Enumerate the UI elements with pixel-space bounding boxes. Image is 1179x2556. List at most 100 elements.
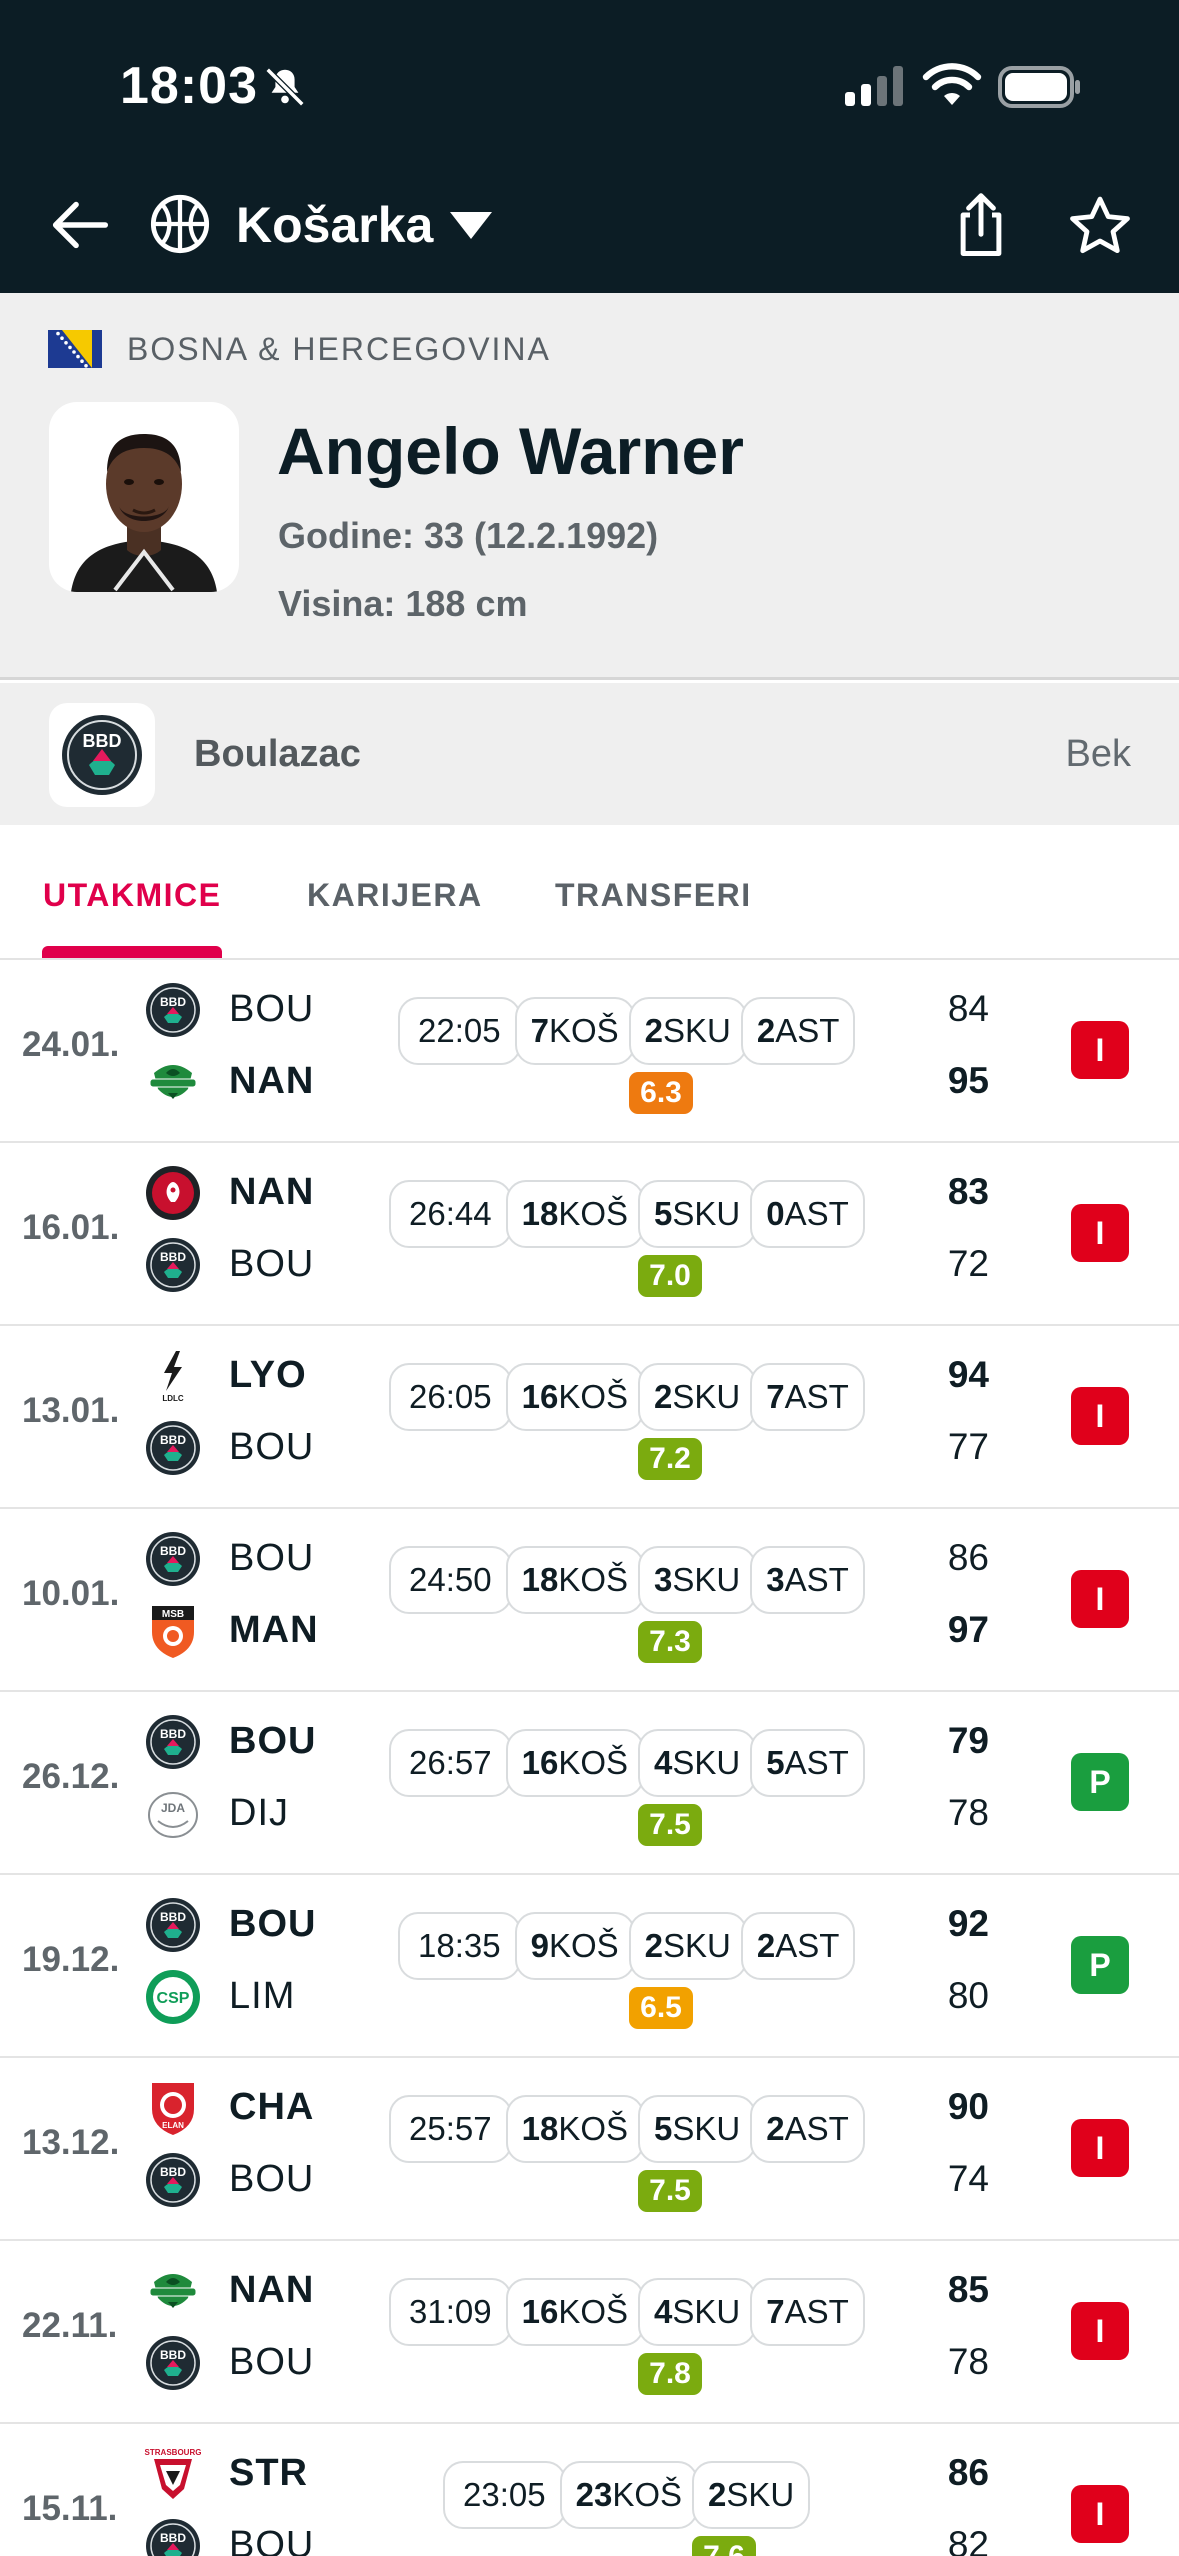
tab-matches[interactable]: UTAKMICE — [43, 877, 222, 914]
sport-selector[interactable]: Košarka — [236, 196, 433, 254]
away-score: 74 — [947, 2158, 989, 2199]
away-team-code: DIJ — [229, 1792, 289, 1834]
player-stat-pills: 24:50 18 KOŠ 3 SKU 3 AST — [389, 1546, 865, 1614]
svg-text:BBD: BBD — [160, 995, 186, 1009]
stat-rebounds: 3 SKU — [638, 1546, 757, 1614]
match-row[interactable]: 22.11. BBD NAN BOU 31:09 16 KOŠ 4 SKU 7 AST 7.8 85 78… — [0, 2242, 1179, 2424]
home-team-code: LYO — [229, 1354, 307, 1396]
favorite-star-icon[interactable] — [1066, 192, 1134, 260]
tab-transfers[interactable]: TRANSFERI — [555, 877, 752, 914]
stat-points: 18 KOŠ — [505, 2095, 645, 2163]
stat-assists: 7 AST — [750, 1363, 865, 1431]
away-team-logo: BBD — [146, 2519, 200, 2556]
away-team-logo: CSP — [146, 1970, 200, 2024]
player-rating-badge: 7.0 — [638, 1255, 702, 1297]
match-row[interactable]: 19.12. BBD CSP BOU LIM 18:35 9 KOŠ 2 SKU 2 AST 6.5 92… — [0, 1876, 1179, 2058]
stat-points: 7 KOŠ — [514, 997, 635, 1065]
player-rating-badge: 7.5 — [638, 2170, 702, 2212]
away-team-code: NAN — [229, 1060, 315, 1102]
away-score: 78 — [947, 2341, 989, 2382]
home-score: 92 — [947, 1903, 989, 1944]
stat-assists: 7 AST — [750, 2278, 865, 2346]
player-stat-pills: 18:35 9 KOŠ 2 SKU 2 AST — [398, 1912, 856, 1980]
match-row[interactable]: 15.11. STRASBOURG BBD STR BOU 23:0523KOŠ2SKU 7… — [0, 2425, 1179, 2556]
away-team-code: LIM — [229, 1975, 296, 2017]
svg-text:BBD: BBD — [160, 2531, 186, 2545]
away-team-code: BOU — [229, 1243, 315, 1285]
home-team-logo — [149, 2274, 197, 2308]
player-rating-badge: 7.6 — [692, 2536, 756, 2556]
player-name: Angelo Warner — [277, 414, 744, 488]
away-team-code: BOU — [229, 2524, 315, 2556]
player-height: Visina: 188 cm — [278, 583, 528, 624]
team-name: Boulazac — [194, 733, 361, 775]
wifi-icon — [922, 63, 982, 105]
away-team-logo: MSB — [152, 1606, 194, 1658]
active-tab-indicator — [42, 946, 222, 958]
result-badge: P — [1071, 1936, 1129, 1994]
svg-text:LDLC: LDLC — [162, 1394, 184, 1403]
match-row[interactable]: 10.01. BBD MSB BOU MAN 24:50 18 KOŠ 3 SKU 3 AST 7.3 8… — [0, 1510, 1179, 1692]
stat-assists: 2 AST — [740, 1912, 856, 1980]
stat-points: 23 KOŠ — [559, 2461, 699, 2529]
match-date: 13.12. — [22, 2123, 120, 2162]
stat-points: 9 KOŠ — [514, 1912, 635, 1980]
stat-points: 18 KOŠ — [505, 1180, 645, 1248]
result-badge: I — [1071, 1387, 1129, 1445]
tab-career[interactable]: KARIJERA — [307, 877, 483, 914]
player-stat-pills: 23:05 23 KOŠ 2 SKU — [443, 2461, 811, 2529]
match-date: 19.12. — [22, 1940, 120, 1979]
chevron-down-icon[interactable] — [450, 212, 492, 242]
status-time: 18:03 — [120, 57, 258, 115]
player-rating-badge: 6.5 — [629, 1987, 693, 2029]
match-row[interactable]: 26.12. BBD JDA BOU DIJ 26:57 16 KOŠ 4 SKU 5 AST 7.5 7… — [0, 1693, 1179, 1875]
stat-assists: 3 AST — [750, 1546, 865, 1614]
result-badge: P — [1071, 1753, 1129, 1811]
home-score: 85 — [947, 2269, 989, 2310]
svg-text:BBD: BBD — [160, 1433, 186, 1447]
player-team-row[interactable]: BBD Boulazac Bek — [0, 683, 1179, 825]
player-rating-badge: 7.8 — [638, 2353, 702, 2395]
match-row[interactable]: 16.01. BBD NAN BOU 26:44 18 KOŠ 5 SKU 0 AST 7.0 83 72… — [0, 1144, 1179, 1326]
team-logo: BBD — [49, 703, 155, 807]
match-date: 26.12. — [22, 1757, 120, 1796]
share-icon[interactable] — [948, 190, 1014, 262]
stat-points: 16 KOŠ — [505, 2278, 645, 2346]
player-rating-badge: 7.3 — [638, 1621, 702, 1663]
svg-text:BBD: BBD — [160, 1250, 186, 1264]
player-stat-pills: 31:09 16 KOŠ 4 SKU 7 AST — [389, 2278, 865, 2346]
player-age: Godine: 33 (12.2.1992) — [278, 515, 659, 556]
player-avatar — [49, 402, 239, 592]
svg-text:BBD: BBD — [160, 1727, 186, 1741]
stat-rebounds: 2 SKU — [638, 1363, 757, 1431]
svg-text:MSB: MSB — [162, 1609, 184, 1620]
home-team-logo: BBD — [146, 1532, 200, 1586]
stat-rebounds: 2 SKU — [628, 997, 747, 1065]
match-row[interactable]: 13.12. ELAN BBD CHA BOU 25:57 18 KOŠ 5 SKU 2 AST 7.5… — [0, 2059, 1179, 2241]
player-stat-pills: 26:44 18 KOŠ 5 SKU 0 AST — [389, 1180, 865, 1248]
basketball-icon[interactable] — [148, 192, 212, 256]
player-rating-badge: 6.3 — [629, 1072, 693, 1114]
away-score: 80 — [947, 1975, 989, 2016]
home-team-logo: BBD — [146, 1715, 200, 1769]
stat-rebounds: 4 SKU — [638, 1729, 757, 1797]
home-team-code: BOU — [229, 988, 315, 1030]
match-row[interactable]: 24.01. BBD BOU NAN 22:05 7 KOŠ 2 SKU 2 AST 6.3 84 95 I — [0, 961, 1179, 1143]
stat-minutes: 26:05 — [389, 1363, 512, 1431]
player-rating-badge: 7.2 — [638, 1438, 702, 1480]
match-row[interactable]: 13.01. LDLC BBD LYO BOU 26:05 16 KOŠ 2 SKU 7 AST 7.2… — [0, 1327, 1179, 1509]
svg-text:BBD: BBD — [83, 731, 122, 751]
back-arrow-icon[interactable] — [44, 190, 114, 260]
away-team-code: BOU — [229, 1426, 315, 1468]
svg-text:BBD: BBD — [160, 1910, 186, 1924]
match-date: 16.01. — [22, 1208, 120, 1247]
home-score: 79 — [947, 1720, 989, 1761]
tab-bar: UTAKMICE KARIJERA TRANSFERI — [0, 825, 1179, 960]
home-score: 86 — [947, 2452, 989, 2493]
away-score: 77 — [947, 1426, 989, 1467]
battery-icon — [998, 66, 1080, 108]
result-badge: I — [1071, 2119, 1129, 2177]
svg-text:JDA: JDA — [161, 1801, 185, 1815]
stat-rebounds: 2 SKU — [692, 2461, 811, 2529]
player-rating-badge: 7.5 — [638, 1804, 702, 1846]
